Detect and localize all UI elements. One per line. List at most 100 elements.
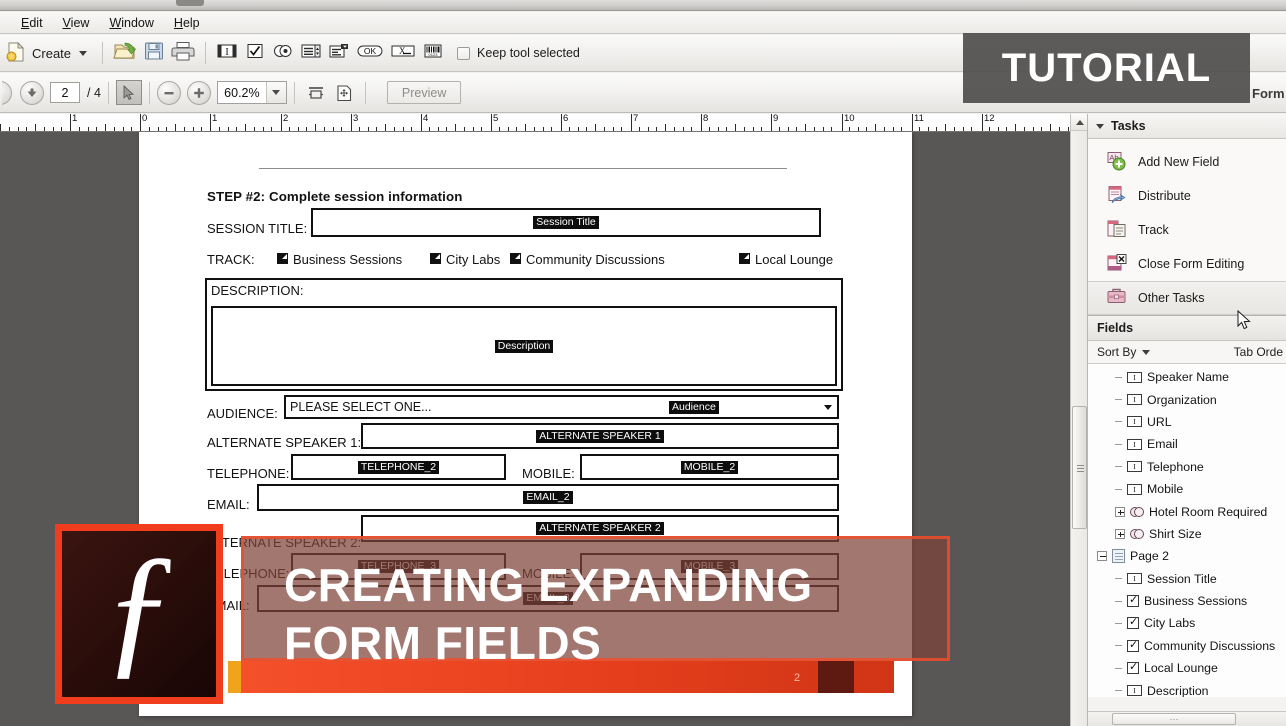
zoom-level-value[interactable]: 60.2% xyxy=(218,82,266,103)
keep-tool-selected-checkbox[interactable]: Keep tool selected xyxy=(457,46,580,60)
fit-page-button[interactable] xyxy=(330,78,358,108)
ruler-minor-tick xyxy=(726,127,727,131)
task-item-track[interactable]: Track xyxy=(1088,213,1286,247)
ruler-minor-tick xyxy=(44,127,45,131)
fields-tree-item[interactable]: I Description xyxy=(1088,679,1286,697)
expand-plus-icon[interactable] xyxy=(1115,506,1125,517)
fit-width-button[interactable] xyxy=(302,78,330,108)
mobile-2-field[interactable]: MOBILE_2 xyxy=(580,454,839,480)
fields-tree-item[interactable]: I Session Title xyxy=(1088,568,1286,590)
add-checkbox-button[interactable] xyxy=(241,38,269,68)
menu-item-edit[interactable]: Edit xyxy=(12,14,52,32)
lower-third-title-line2: FORM FIELDS xyxy=(284,617,602,669)
select-tool-button[interactable] xyxy=(115,80,142,105)
add-listbox-button[interactable] xyxy=(297,38,325,68)
list-box-icon xyxy=(300,42,322,65)
ruler-minor-tick xyxy=(989,127,990,131)
text-field-icon: I xyxy=(1127,438,1142,450)
lower-third-title: CREATING EXPANDING FORM FIELDS xyxy=(284,556,934,672)
add-button-field-button[interactable]: OK xyxy=(353,38,387,68)
page-number-input[interactable]: 2 xyxy=(50,82,80,103)
task-item-distribute[interactable]: Distribute xyxy=(1088,179,1286,213)
fields-tree-item[interactable]: City Labs xyxy=(1088,612,1286,634)
keep-tool-checkbox-box[interactable] xyxy=(457,46,471,60)
print-button[interactable] xyxy=(168,38,198,68)
task-item-other-tasks[interactable]: Other Tasks xyxy=(1088,281,1286,315)
zoom-out-icon xyxy=(164,91,174,94)
previous-page-button[interactable] xyxy=(2,80,20,105)
scrollbar-thumb[interactable] xyxy=(1072,406,1087,529)
ruler-minor-tick xyxy=(656,127,657,131)
description-field[interactable]: Description xyxy=(211,306,837,386)
scroll-up-button[interactable] xyxy=(1071,114,1088,131)
preview-button[interactable]: Preview xyxy=(386,81,462,104)
track-checkbox-city-labs[interactable] xyxy=(430,253,441,264)
task-item-close-form-editing[interactable]: Close Form Editing xyxy=(1088,247,1286,281)
fields-tree[interactable]: I Speaker Name I Organization I URL I Email I Tel… xyxy=(1088,364,1286,697)
ruler-minor-tick xyxy=(1033,127,1034,131)
next-page-button[interactable] xyxy=(20,80,44,105)
ruler-minor-tick xyxy=(429,127,430,131)
zoom-level-combo[interactable]: 60.2% xyxy=(216,81,287,104)
fields-tree-item[interactable]: I Email xyxy=(1088,433,1286,455)
fields-tree-item-label: Business Sessions xyxy=(1144,594,1248,609)
tab-order-button[interactable]: Tab Orde xyxy=(1234,345,1284,359)
ruler-minor-tick xyxy=(88,127,89,131)
ruler-minor-tick xyxy=(1050,124,1051,131)
document-vertical-scrollbar[interactable] xyxy=(1070,114,1088,726)
add-text-field-button[interactable]: I xyxy=(213,38,241,68)
save-icon xyxy=(143,40,165,67)
telephone-2-label: TELEPHONE: xyxy=(207,466,290,481)
fields-horizontal-scrollbar[interactable]: ⋯ xyxy=(1088,711,1286,726)
zoom-out-button[interactable] xyxy=(156,80,181,105)
track-checkbox-business-sessions[interactable] xyxy=(277,253,288,264)
alternate-speaker-1-field[interactable]: ALTERNATE SPEAKER 1 xyxy=(361,423,839,449)
ruler-minor-tick xyxy=(149,127,150,131)
fields-tree-item[interactable]: Shirt Size xyxy=(1088,523,1286,545)
menu-item-view[interactable]: View xyxy=(54,14,99,32)
collapse-minus-icon[interactable] xyxy=(1097,551,1107,562)
sort-by-button[interactable]: Sort By xyxy=(1097,345,1151,359)
fields-tree-item[interactable]: Hotel Room Required xyxy=(1088,500,1286,522)
ruler-minor-tick xyxy=(761,127,762,131)
add-dropdown-button[interactable] xyxy=(325,38,353,68)
open-folder-button[interactable] xyxy=(110,38,140,68)
add-radio-button[interactable] xyxy=(269,38,297,68)
task-item-add-new-field[interactable]: Ab Add New Field xyxy=(1088,145,1286,179)
fields-tree-item[interactable]: I Telephone xyxy=(1088,456,1286,478)
task-label: Track xyxy=(1138,223,1169,237)
create-button[interactable]: Create xyxy=(4,39,95,67)
fields-tree-item[interactable]: I Organization xyxy=(1088,388,1286,410)
track-checkbox-local-lounge[interactable] xyxy=(739,253,750,264)
text-field-icon: I xyxy=(216,42,238,65)
field-tag: TELEPHONE_2 xyxy=(357,460,440,474)
fields-tree-item[interactable]: Community Discussions xyxy=(1088,635,1286,657)
fields-tree-item[interactable]: Local Lounge xyxy=(1088,657,1286,679)
fields-tree-item[interactable]: I Mobile xyxy=(1088,478,1286,500)
fields-tree-item[interactable]: I URL xyxy=(1088,411,1286,433)
audience-dropdown-field[interactable]: PLEASE SELECT ONE... Audience xyxy=(284,395,839,419)
expand-plus-icon[interactable] xyxy=(1115,528,1125,539)
fields-tree-item[interactable]: Page 2 xyxy=(1088,545,1286,567)
fields-tree-item[interactable]: I Speaker Name xyxy=(1088,366,1286,388)
zoom-in-button[interactable] xyxy=(186,80,211,105)
add-signature-field-button[interactable]: X xyxy=(387,38,419,68)
tasks-panel-header[interactable]: Tasks xyxy=(1088,114,1286,139)
chevron-down-icon[interactable] xyxy=(824,405,832,410)
menu-item-help[interactable]: Help xyxy=(165,14,209,32)
tasks-panel-title: Tasks xyxy=(1111,119,1146,133)
hscrollbar-thumb[interactable]: ⋯ xyxy=(1112,713,1236,725)
fields-tree-item-label: Mobile xyxy=(1147,482,1184,497)
ruler-major-tick xyxy=(140,114,141,131)
add-barcode-button[interactable]: 0123 xyxy=(419,38,447,68)
email-2-field[interactable]: EMAIL_2 xyxy=(257,484,839,511)
save-button[interactable] xyxy=(140,38,168,68)
ruler-minor-tick xyxy=(263,127,264,131)
zoom-dropdown-arrow[interactable] xyxy=(265,82,286,103)
fields-tree-item[interactable]: Business Sessions xyxy=(1088,590,1286,612)
menu-item-window[interactable]: Window xyxy=(100,14,162,32)
session-title-field[interactable]: Session Title xyxy=(311,208,821,237)
ruler-minor-tick xyxy=(963,127,964,131)
track-checkbox-community-discussions[interactable] xyxy=(510,253,521,264)
telephone-2-field[interactable]: TELEPHONE_2 xyxy=(291,454,506,480)
